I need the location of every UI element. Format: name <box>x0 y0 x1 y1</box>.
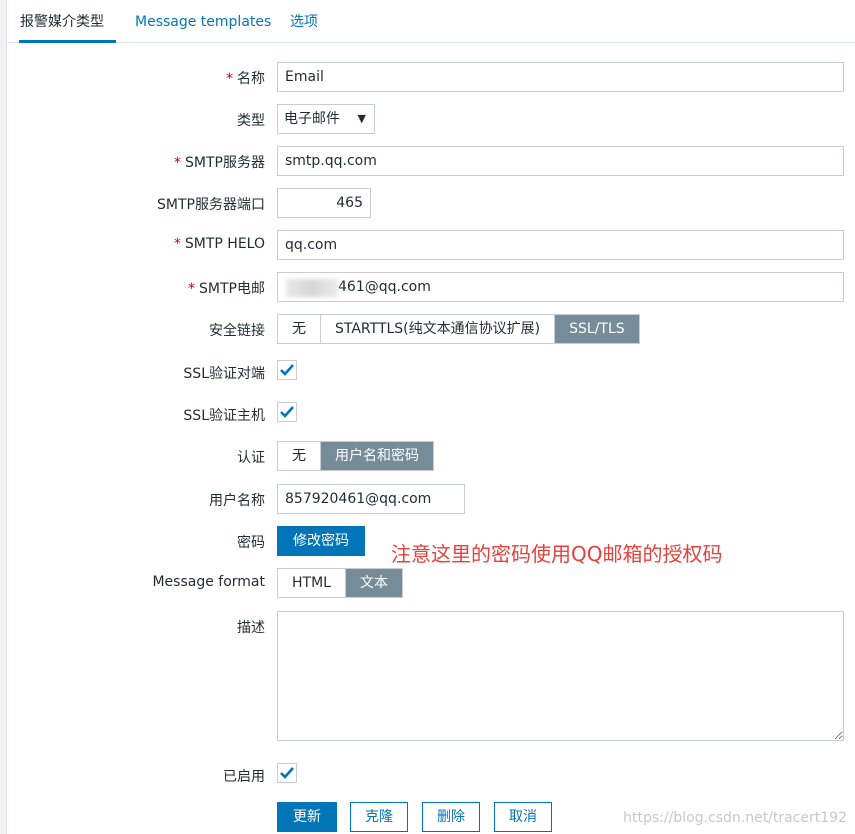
username-input[interactable]: 857920461@qq.com <box>277 484 465 514</box>
ssl-verify-peer-checkbox[interactable] <box>277 360 297 380</box>
security-segmented: 无 STARTTLS(纯文本通信协议扩展) SSL/TLS <box>277 314 640 344</box>
security-option-starttls[interactable]: STARTTLS(纯文本通信协议扩展) <box>321 315 556 343</box>
enabled-label: 已启用 <box>223 769 265 785</box>
tab-message-templates[interactable]: Message templates <box>135 0 271 43</box>
watermark: https://blog.csdn.net/tracert192 <box>623 810 847 826</box>
media-type-panel: 报警媒介类型 Message templates 选项 * 名称 Email 类型… <box>6 0 855 834</box>
security-label: 安全链接 <box>209 323 265 339</box>
required-marker: * <box>226 71 233 87</box>
delete-button[interactable]: 删除 <box>422 802 480 832</box>
enabled-checkbox[interactable] <box>277 763 297 783</box>
annotation-note: 注意这里的密码使用QQ邮箱的授权码 <box>391 542 723 566</box>
update-button[interactable]: 更新 <box>277 802 337 832</box>
type-select[interactable]: 电子邮件 ▼ <box>277 104 375 134</box>
username-label: 用户名称 <box>209 493 265 509</box>
auth-option-username-password[interactable]: 用户名和密码 <box>321 442 433 470</box>
ssl-verify-host-label: SSL验证主机 <box>183 408 265 424</box>
auth-segmented: 无 用户名和密码 <box>277 441 434 471</box>
security-option-ssl-tls[interactable]: SSL/TLS <box>555 315 639 343</box>
auth-option-none[interactable]: 无 <box>278 442 321 470</box>
cancel-button[interactable]: 取消 <box>494 802 552 832</box>
message-format-option-text[interactable]: 文本 <box>345 569 402 597</box>
ssl-verify-peer-label: SSL验证对端 <box>183 366 265 382</box>
checkmark-icon <box>280 767 294 779</box>
description-textarea[interactable] <box>277 611 844 741</box>
required-marker: * <box>188 281 196 297</box>
smtp-email-label: * SMTP电邮 <box>188 281 265 297</box>
type-select-value: 电子邮件 <box>284 111 340 127</box>
smtp-helo-label: * SMTP HELO <box>173 236 265 252</box>
dropdown-arrow-icon: ▼ <box>357 112 366 125</box>
clone-button[interactable]: 克隆 <box>350 802 408 832</box>
checkmark-icon <box>280 406 294 418</box>
name-label: * 名称 <box>226 71 265 87</box>
smtp-port-input[interactable]: 465 <box>277 188 371 218</box>
auth-label: 认证 <box>237 450 265 466</box>
required-marker: * <box>173 236 181 252</box>
name-input[interactable]: Email <box>277 62 844 92</box>
message-format-option-html[interactable]: HTML <box>278 569 346 597</box>
security-option-none[interactable]: 无 <box>278 315 321 343</box>
required-marker: * <box>174 155 182 171</box>
password-label: 密码 <box>237 535 265 551</box>
change-password-button[interactable]: 修改密码 <box>277 526 365 556</box>
tab-bar: 报警媒介类型 Message templates 选项 <box>7 0 855 43</box>
description-label: 描述 <box>237 620 265 636</box>
ssl-verify-host-checkbox[interactable] <box>277 402 297 422</box>
type-label: 类型 <box>237 113 265 129</box>
message-format-segmented: HTML 文本 <box>277 568 403 598</box>
smtp-server-input[interactable]: smtp.qq.com <box>277 146 844 176</box>
message-format-label: Message format <box>152 574 265 590</box>
smtp-helo-input[interactable]: qq.com <box>277 230 844 260</box>
smtp-email-input[interactable]: 461@qq.com <box>277 272 844 302</box>
smtp-server-label: * SMTP服务器 <box>174 155 265 171</box>
tab-media-type[interactable]: 报警媒介类型 <box>19 0 116 43</box>
tab-options[interactable]: 选项 <box>290 0 318 43</box>
redacted-blur <box>286 279 338 297</box>
checkmark-icon <box>280 364 294 376</box>
smtp-port-label: SMTP服务器端口 <box>157 197 265 213</box>
